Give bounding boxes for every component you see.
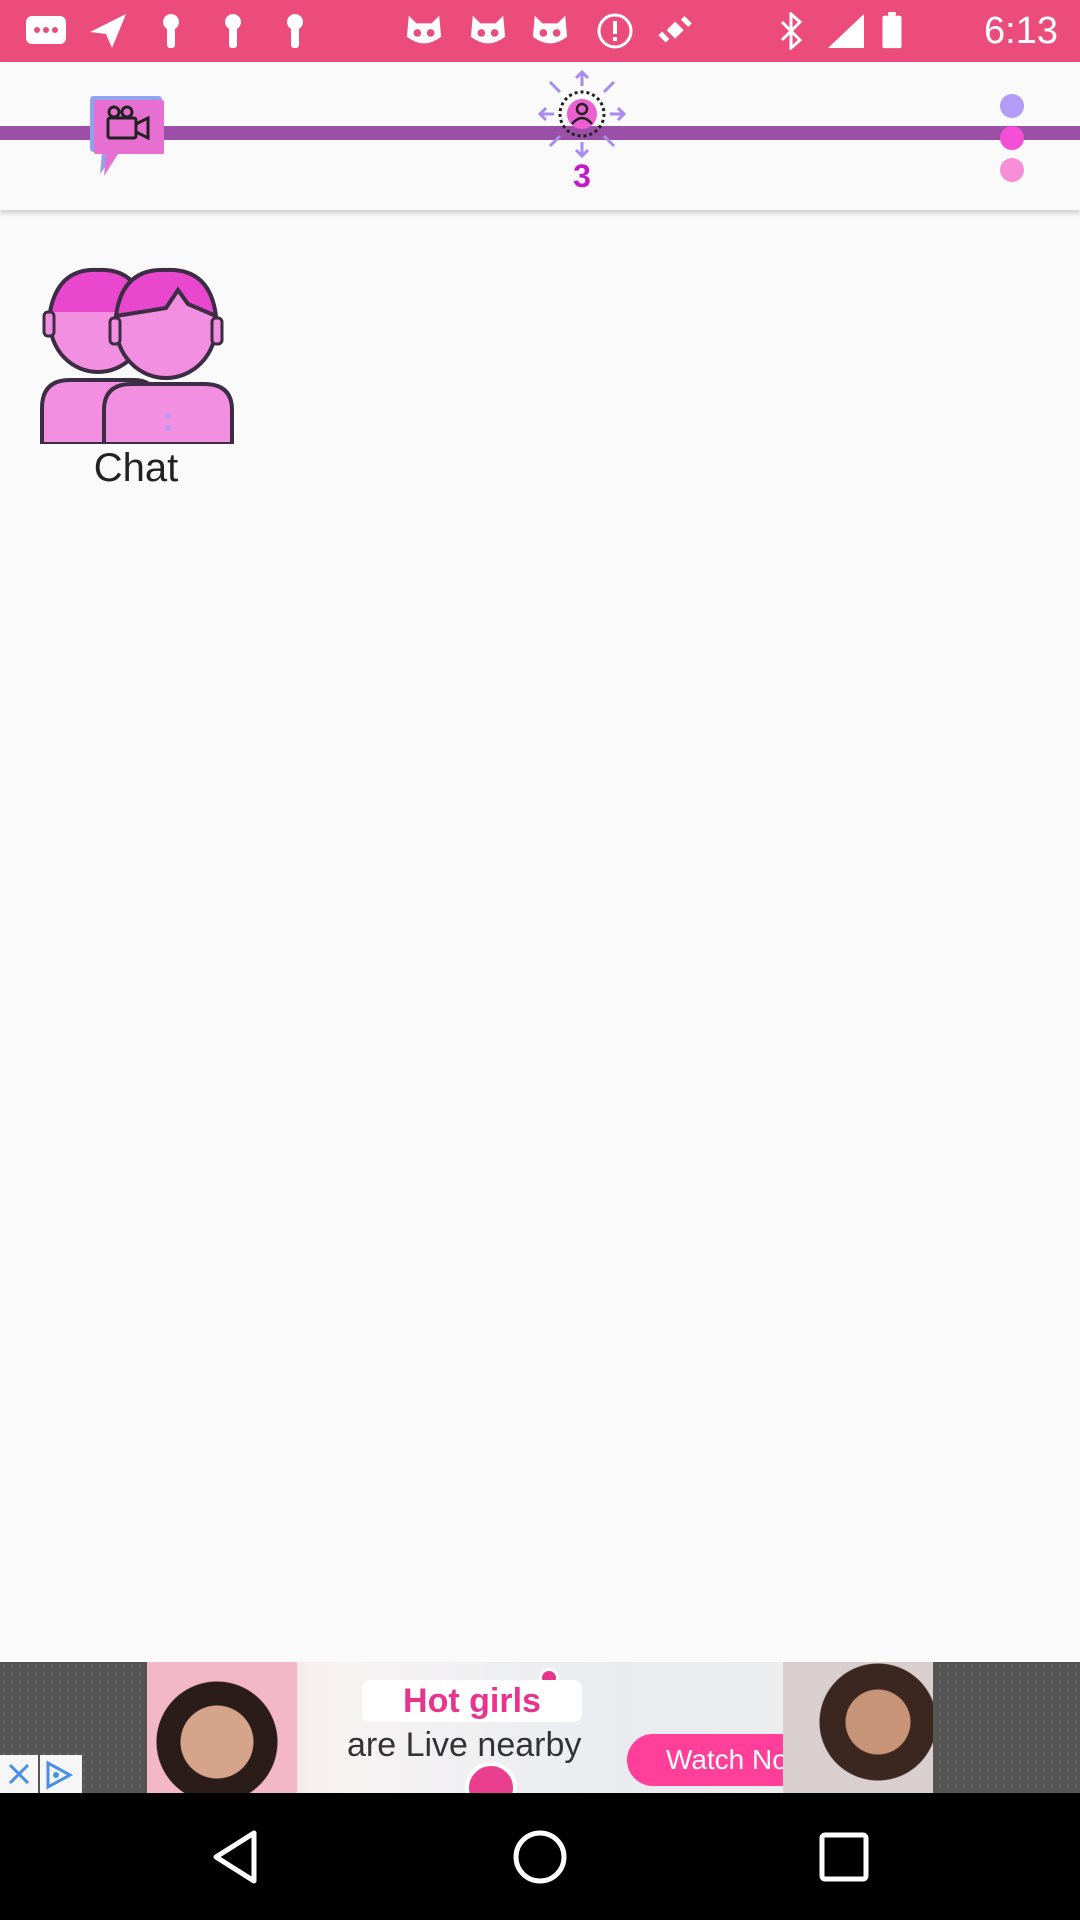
close-icon [8, 1763, 30, 1785]
video-chat-button[interactable] [86, 94, 166, 180]
cat-face-icon [470, 15, 506, 44]
system-nav-bar [0, 1793, 1080, 1920]
recents-icon [819, 1832, 869, 1882]
alert-icon [597, 13, 633, 49]
nearby-people-icon [537, 69, 627, 159]
chat-tile-label: Chat [93, 446, 179, 490]
camera-icon [465, 1762, 517, 1793]
home-button[interactable] [508, 1825, 572, 1889]
ad-creative[interactable]: Hot girls are Live nearby Watch Now [147, 1662, 933, 1793]
ad-choices-button[interactable] [40, 1755, 82, 1793]
ad-banner: Hot girls are Live nearby Watch Now [0, 1662, 1080, 1793]
status-time: 6:13 [984, 10, 1058, 52]
send-icon [90, 14, 126, 48]
key-icon [163, 14, 179, 48]
key-icon [287, 14, 303, 48]
app-bar: 3 [0, 62, 1080, 210]
back-button[interactable] [206, 1825, 270, 1889]
chat-tile[interactable]: Chat [38, 248, 234, 498]
cat-face-icon [406, 15, 442, 44]
cat-face-icon [532, 15, 568, 44]
overflow-menu-button[interactable] [994, 92, 1030, 184]
messages-icon [26, 16, 66, 44]
ad-choices-icon [46, 1760, 74, 1790]
video-chat-icon [90, 96, 164, 176]
key-icon [225, 14, 241, 48]
two-people-icon [40, 267, 234, 446]
signal-icon [828, 14, 864, 48]
recents-button[interactable] [812, 1825, 876, 1889]
battery-icon [882, 12, 902, 49]
ad-subline: are Live nearby [347, 1726, 582, 1764]
nearby-people-button[interactable] [537, 69, 627, 159]
ad-close-button[interactable] [0, 1755, 38, 1793]
ad-photo [783, 1662, 933, 1793]
back-icon [213, 1830, 257, 1884]
ad-headline: Hot girls [362, 1680, 582, 1722]
more-vertical-icon [1000, 94, 1024, 182]
bluetooth-icon [780, 12, 803, 50]
nearby-count-badge: 3 [573, 158, 591, 194]
fake-gps-icon [658, 16, 692, 43]
status-bar: 6:13 [0, 0, 1080, 62]
ad-photo [147, 1662, 297, 1793]
home-icon [513, 1830, 567, 1884]
